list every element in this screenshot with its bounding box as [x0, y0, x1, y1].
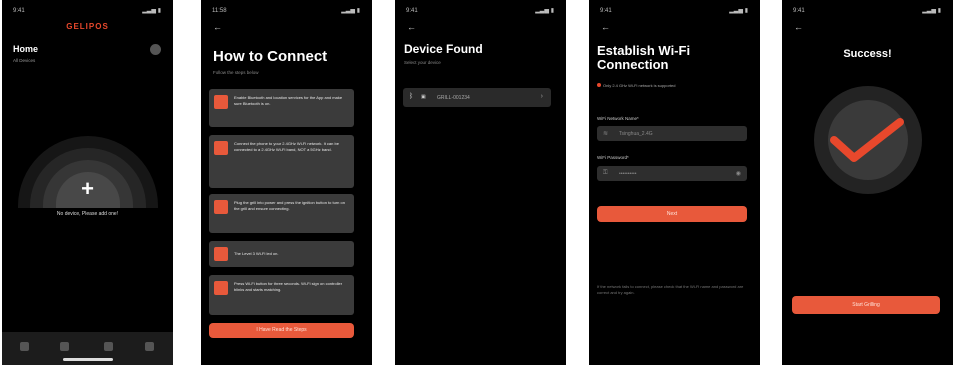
- page-title: How to Connect: [213, 48, 328, 65]
- back-arrow-icon[interactable]: ←: [601, 22, 610, 32]
- add-device-button[interactable]: +: [2, 176, 173, 202]
- network-name-field[interactable]: ≋ Tsinghua_2.4G: [597, 126, 747, 141]
- home-indicator: [62, 358, 113, 361]
- grill-icon: ▣: [421, 94, 426, 100]
- bottom-tab-bar: [2, 332, 173, 365]
- status-time: 9:41: [406, 8, 418, 14]
- next-button[interactable]: Next: [597, 206, 747, 222]
- home-icon[interactable]: [20, 342, 29, 351]
- step-card[interactable]: Press Wi-Fi button for three seconds. Wi…: [209, 275, 354, 315]
- bluetooth-icon: ᛒ: [409, 93, 414, 100]
- page-title: Device Found: [404, 42, 483, 56]
- page-title: Home: [13, 44, 39, 54]
- step-checkbox[interactable]: [214, 95, 228, 109]
- step-card[interactable]: The Level 3 Wi-Fi led on.: [209, 241, 354, 267]
- profile-icon[interactable]: [145, 342, 154, 351]
- status-time: 9:41: [793, 8, 805, 14]
- step-checkbox[interactable]: [214, 247, 228, 261]
- page-title: Success!: [843, 48, 892, 60]
- lock-icon: ⚿: [603, 170, 608, 176]
- password-field[interactable]: ⚿ •••••••••• ◉: [597, 166, 747, 181]
- device-name: GRILL-001234: [437, 95, 470, 101]
- eye-icon[interactable]: ◉: [736, 170, 741, 177]
- signal-battery-icon: ▂▃▅ ▮: [535, 8, 554, 14]
- page-title: Establish Wi-Fi Connection: [597, 44, 690, 72]
- device-filter[interactable]: All Devices: [13, 58, 35, 63]
- chevron-right-icon: ›: [540, 93, 543, 100]
- step-card[interactable]: Connect the phone to your 2.4GHz Wi-Fi n…: [209, 135, 354, 188]
- step-text: The Level 3 Wi-Fi led on.: [234, 251, 279, 256]
- signal-battery-icon: ▂▃▅ ▮: [729, 8, 748, 14]
- back-arrow-icon[interactable]: ←: [213, 22, 222, 32]
- step-text: Connect the phone to your 2.4GHz Wi-Fi n…: [234, 141, 339, 152]
- step-text: Press Wi-Fi button for three seconds. Wi…: [234, 281, 343, 292]
- step-text: Plug the grill into power and press the …: [234, 200, 345, 211]
- wifi-connection-screen: 9:41 ▂▃▅ ▮ ← Establish Wi-Fi Connection …: [589, 0, 760, 365]
- read-steps-button[interactable]: I Have Read the Steps: [209, 323, 354, 338]
- settings-icon[interactable]: [150, 44, 161, 55]
- band-hint-text: Only 2.4 GHz Wi-Fi network is supported: [603, 83, 676, 88]
- success-screen: 9:41 ▂▃▅ ▮ ← Success! Start Grilling: [782, 0, 953, 365]
- status-time: 9:41: [13, 8, 25, 14]
- home-screen: 9:41 ▂▃▅ ▮ GELIPOS Home All Devices + No…: [2, 0, 173, 365]
- wifi-icon: ≋: [603, 131, 609, 137]
- check-icon: [830, 118, 904, 162]
- empty-state-text: No device, Please add one!: [56, 211, 119, 217]
- signal-battery-icon: ▂▃▅ ▮: [922, 8, 941, 14]
- how-to-connect-screen: 11:58 ▂▃▅ ▮ ← How to Connect Follow the …: [201, 0, 372, 365]
- signal-battery-icon: ▂▃▅ ▮: [341, 8, 360, 14]
- title-line-1: Establish Wi-Fi: [597, 43, 691, 58]
- step-checkbox[interactable]: [214, 200, 228, 214]
- step-checkbox[interactable]: [214, 141, 228, 155]
- status-time: 9:41: [600, 8, 612, 14]
- start-grilling-button[interactable]: Start Grilling: [792, 296, 940, 314]
- back-arrow-icon[interactable]: ←: [407, 22, 416, 32]
- help-note: If the network fails to connect, please …: [597, 284, 744, 295]
- password-label: WiFi Password*: [597, 155, 629, 160]
- back-arrow-icon[interactable]: ←: [794, 22, 803, 32]
- page-subtitle: Select your device: [404, 60, 441, 65]
- status-time: 11:58: [212, 8, 227, 14]
- step-checkbox[interactable]: [214, 281, 228, 295]
- device-list-item[interactable]: ᛒ ▣ GRILL-001234 ›: [403, 88, 551, 107]
- device-icon[interactable]: [60, 342, 69, 351]
- signal-battery-icon: ▂▃▅ ▮: [142, 8, 161, 14]
- step-card[interactable]: Plug the grill into power and press the …: [209, 194, 354, 233]
- password-value: ••••••••••: [619, 171, 637, 177]
- title-line-2: Connection: [597, 57, 669, 72]
- network-label: WiFi Network Name*: [597, 116, 639, 121]
- device-found-screen: 9:41 ▂▃▅ ▮ ← Device Found Select your de…: [395, 0, 566, 365]
- page-subtitle: Follow the steps below: [213, 70, 259, 75]
- app-logo: GELIPOS: [66, 22, 109, 31]
- band-hint: Only 2.4 GHz Wi-Fi network is supported: [597, 83, 675, 88]
- network-name-value: Tsinghua_2.4G: [619, 131, 653, 137]
- step-card[interactable]: Enable Bluetooth and location services f…: [209, 89, 354, 127]
- help-icon[interactable]: [104, 342, 113, 351]
- warning-icon: [597, 83, 601, 87]
- step-text: Enable Bluetooth and location services f…: [234, 95, 343, 106]
